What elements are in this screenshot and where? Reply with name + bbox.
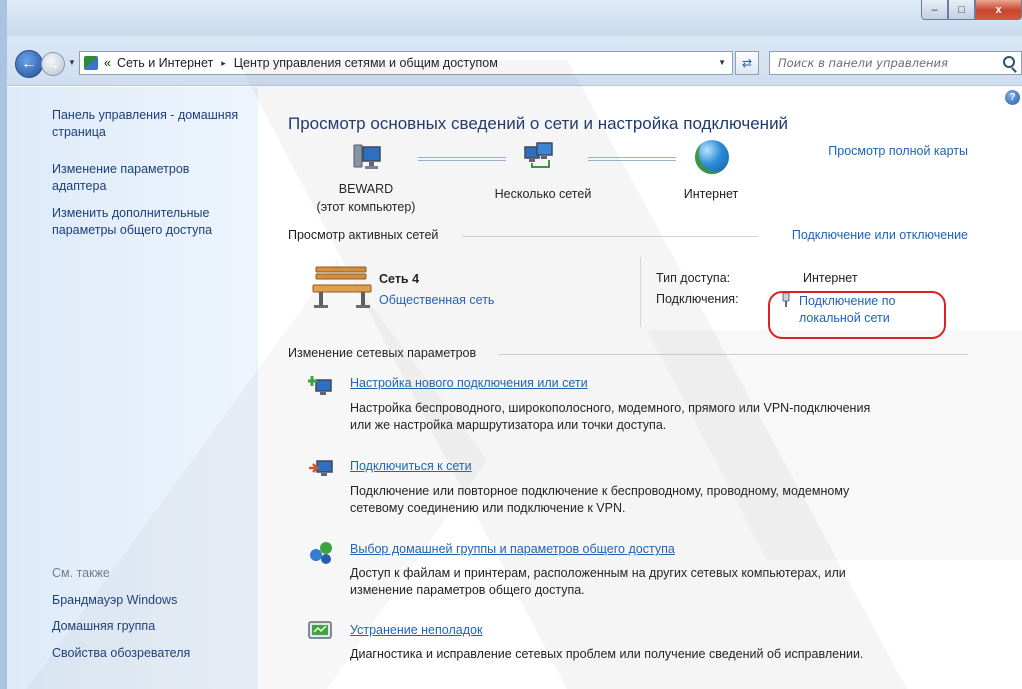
highlight-oval xyxy=(768,291,946,339)
sidebar-item-adapter-label[interactable]: Изменение параметров адаптера xyxy=(52,162,189,193)
navigation-bar: ← → ▼ « Сеть и Интернет ▸ Центр управлен… xyxy=(7,36,1022,86)
task-connect-network-desc1: Подключение или повторное подключение к … xyxy=(350,484,850,498)
search-input[interactable] xyxy=(778,56,998,70)
navigation-pane: Панель управления - домашняя страница Из… xyxy=(7,87,258,689)
minimize-button[interactable]: – xyxy=(921,0,948,20)
sidebar-item-firewall[interactable]: Брандмауэр Windows xyxy=(52,592,177,609)
maximize-button[interactable]: □ xyxy=(948,0,975,20)
task-new-connection-desc1: Настройка беспроводного, широкополосного… xyxy=(350,401,871,415)
title-bar[interactable]: – □ x xyxy=(7,0,1022,36)
active-networks-heading: Просмотр активных сетей xyxy=(288,228,439,242)
change-settings-heading: Изменение сетевых параметров xyxy=(288,346,477,360)
task-homegroup-desc1: Доступ к файлам и принтерам, расположенн… xyxy=(350,566,846,580)
network-name: Сеть 4 xyxy=(379,272,420,286)
task-new-connection-desc2: или же настройка маршрутизатора или точк… xyxy=(350,418,667,432)
multiple-networks-icon xyxy=(524,142,553,168)
see-also-heading: См. также xyxy=(52,566,110,580)
task-homegroup-link[interactable]: Выбор домашней группы и параметров общег… xyxy=(350,542,675,556)
control-panel-window: – □ x ← → ▼ « Сеть и Интернет ▸ Центр уп… xyxy=(0,0,1022,689)
node-computer-name: BEWARD xyxy=(338,182,394,196)
sidebar-item-adapter[interactable]: Изменение параметров адаптера xyxy=(52,161,232,195)
content-pane: ? Просмотр основных сведений о сети и на… xyxy=(258,87,1022,689)
help-icon[interactable]: ? xyxy=(1005,90,1020,105)
access-type-label: Тип доступа: xyxy=(656,271,731,285)
caption-buttons: – □ x xyxy=(921,0,1022,20)
section-divider xyxy=(462,236,758,237)
address-dropdown-icon[interactable]: ▼ xyxy=(718,58,726,67)
refresh-icon[interactable]: ⇄ xyxy=(735,51,759,75)
page-title: Просмотр основных сведений о сети и наст… xyxy=(288,114,789,133)
homegroup-icon xyxy=(310,542,332,564)
vertical-divider xyxy=(640,257,641,327)
node-internet: Интернет xyxy=(683,187,739,201)
sidebar-item-firewall-label[interactable]: Брандмауэр Windows xyxy=(52,593,177,607)
task-new-connection-link[interactable]: Настройка нового подключения или сети xyxy=(350,376,588,390)
search-icon[interactable] xyxy=(1003,56,1015,68)
new-connection-icon xyxy=(308,376,332,395)
node-computer-sub: (этот компьютер) xyxy=(316,200,416,214)
connect-network-icon xyxy=(309,460,333,476)
breadcrumb-overflow[interactable]: « xyxy=(104,56,111,70)
connection-line xyxy=(588,157,676,161)
sidebar-item-browser[interactable]: Свойства обозревателя xyxy=(52,645,190,662)
sidebar-item-homegroup[interactable]: Домашняя группа xyxy=(52,618,155,635)
task-troubleshoot-desc1: Диагностика и исправление сетевых пробле… xyxy=(350,647,864,661)
sidebar-item-home-label[interactable]: Панель управления - домашняя страница xyxy=(52,108,238,139)
computer-icon xyxy=(353,144,381,169)
control-panel-icon xyxy=(84,56,98,70)
search-box[interactable] xyxy=(769,51,1022,75)
breadcrumb-network-internet[interactable]: Сеть и Интернет xyxy=(117,56,213,70)
back-arrow-icon[interactable]: ← xyxy=(15,50,43,78)
connect-disconnect-link[interactable]: Подключение или отключение xyxy=(792,228,968,242)
task-homegroup-desc2: изменение параметров общего доступа. xyxy=(350,583,585,597)
sidebar-item-sharing-label[interactable]: Изменить дополнительные параметры общего… xyxy=(52,206,212,237)
task-connect-network-link[interactable]: Подключиться к сети xyxy=(350,459,472,473)
history-dropdown-icon[interactable]: ▼ xyxy=(68,58,76,67)
task-connect-network-desc2: сетевому соединению или подключение к VP… xyxy=(350,501,626,515)
network-type-link[interactable]: Общественная сеть xyxy=(379,293,494,307)
troubleshoot-icon xyxy=(308,621,332,639)
sidebar-item-homegroup-label[interactable]: Домашняя группа xyxy=(52,619,155,633)
breadcrumb-network-center[interactable]: Центр управления сетями и общим доступом xyxy=(234,56,498,70)
connection-line xyxy=(418,157,506,161)
sidebar-item-browser-label[interactable]: Свойства обозревателя xyxy=(52,646,190,660)
forward-arrow-icon[interactable]: → xyxy=(41,52,65,76)
full-map-link[interactable]: Просмотр полной карты xyxy=(828,144,968,158)
breadcrumb-separator-icon[interactable]: ▸ xyxy=(221,58,226,69)
address-bar[interactable]: « Сеть и Интернет ▸ Центр управления сет… xyxy=(79,51,733,75)
node-multiple-networks: Несколько сетей xyxy=(494,187,592,201)
sidebar-item-sharing[interactable]: Изменить дополнительные параметры общего… xyxy=(52,205,247,239)
public-network-bench-icon xyxy=(312,266,372,308)
task-troubleshoot-link[interactable]: Устранение неполадок xyxy=(350,623,482,637)
access-type-value: Интернет xyxy=(803,271,858,285)
connections-label: Подключения: xyxy=(656,292,739,306)
section-divider xyxy=(499,354,968,355)
sidebar-item-home[interactable]: Панель управления - домашняя страница xyxy=(52,107,242,141)
close-button[interactable]: x xyxy=(975,0,1022,20)
globe-icon xyxy=(695,140,729,174)
